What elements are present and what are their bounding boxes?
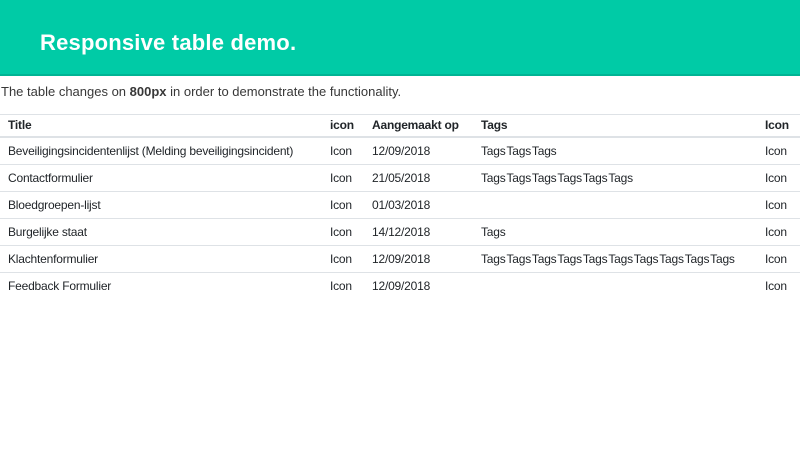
cell-created: 14/12/2018 [364,218,473,246]
cell-title: Bloedgroepen-lijst [0,191,322,219]
table-header-row: Title icon Aangemaakt op Tags Icon [0,114,800,138]
cell-tags: Tags Tags Tags [473,136,757,165]
cell-icon-right: Icon [757,164,800,192]
responsive-table: Title icon Aangemaakt op Tags Icon Bevei… [0,114,800,299]
table-row: Burgelijke staat Icon 14/12/2018 Tags Ic… [0,218,800,246]
cell-tags [473,191,757,219]
intro-prefix: The table changes on [1,84,130,99]
cell-title: Feedback Formulier [0,272,322,299]
cell-title: Beveiligingsincidentenlijst (Melding bev… [0,136,322,165]
cell-icon: Icon [322,191,364,219]
column-header-icon: icon [322,114,364,138]
cell-icon: Icon [322,218,364,246]
cell-tags: Tags [473,218,757,246]
cell-created: 12/09/2018 [364,136,473,165]
cell-icon-right: Icon [757,191,800,219]
cell-created: 01/03/2018 [364,191,473,219]
cell-icon-right: Icon [757,218,800,246]
cell-created: 12/09/2018 [364,245,473,273]
table-head: Title icon Aangemaakt op Tags Icon [0,114,800,138]
intro-suffix: in order to demonstrate the functionalit… [166,84,402,99]
cell-icon: Icon [322,245,364,273]
table-row: Feedback Formulier Icon 12/09/2018 Icon [0,272,800,299]
table-body: Beveiligingsincidentenlijst (Melding bev… [0,136,800,299]
intro-breakpoint-value: 800px [129,84,167,99]
cell-tags: Tags Tags Tags Tags Tags Tags Tags Tags … [473,245,757,273]
cell-title: Burgelijke staat [0,218,322,246]
page-title: Responsive table demo. [40,30,297,55]
cell-icon: Icon [322,136,364,165]
page-header-banner: Responsive table demo. [0,0,800,76]
cell-tags: Tags Tags Tags Tags Tags Tags [473,164,757,192]
table-row: Klachtenformulier Icon 12/09/2018 Tags T… [0,245,800,273]
cell-icon: Icon [322,164,364,192]
table-row: Contactformulier Icon 21/05/2018 Tags Ta… [0,164,800,192]
column-header-aangemaakt-op: Aangemaakt op [364,114,473,138]
column-header-icon-right: Icon [757,114,800,138]
cell-icon-right: Icon [757,245,800,273]
cell-icon: Icon [322,272,364,299]
column-header-title: Title [0,114,322,138]
cell-icon-right: Icon [757,136,800,165]
cell-tags [473,272,757,299]
cell-title: Contactformulier [0,164,322,192]
cell-icon-right: Icon [757,272,800,299]
table-row: Beveiligingsincidentenlijst (Melding bev… [0,136,800,165]
cell-created: 21/05/2018 [364,164,473,192]
table-row: Bloedgroepen-lijst Icon 01/03/2018 Icon [0,191,800,219]
cell-created: 12/09/2018 [364,272,473,299]
intro-text: The table changes on 800px in order to d… [1,84,800,100]
column-header-tags: Tags [473,114,757,138]
cell-title: Klachtenformulier [0,245,322,273]
